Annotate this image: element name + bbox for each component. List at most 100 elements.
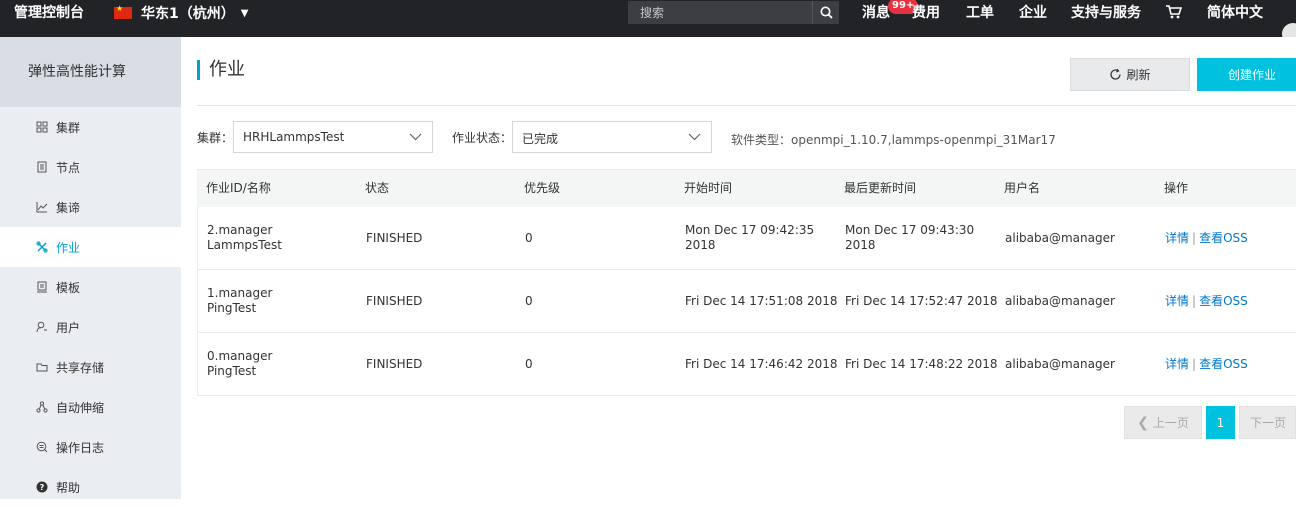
main-content: 作业 刷新 创建作业 集群： HRHLammpsTest 作业状态： 已完成 软… [181,37,1296,499]
header-start-time: 开始时间 [684,181,733,195]
job-id-cell: 2.manager LammpsTest [207,223,282,253]
folder-icon [36,361,48,373]
tools-icon [36,241,48,253]
search-icon [820,6,833,19]
region-label: 华东1（杭州） [141,6,235,22]
jobs-table: 作业ID/名称 状态 优先级 开始时间 最后更新时间 用户名 操作 2.mana… [197,169,1296,396]
nav-tickets[interactable]: 工单 [966,0,994,26]
header-status: 状态 [365,181,390,195]
job-priority: 0 [525,357,533,371]
language-selector[interactable]: 简体中文 [1207,0,1263,26]
view-oss-link[interactable]: 查看OSS [1199,231,1248,245]
sidebar-item-jobs[interactable]: 作业 [0,227,181,267]
status-select[interactable]: 已完成 [512,121,712,153]
console-home-link[interactable]: 管理控制台 [14,0,84,26]
job-status: FINISHED [366,231,423,245]
header-username: 用户名 [1004,181,1041,195]
sidebar-item-clusters[interactable]: 集群 [0,107,181,147]
page-title: 作业 [197,60,245,80]
cluster-select-value: HRHLammpsTest [243,130,345,144]
header-actions: 操作 [1164,181,1189,195]
svg-text:?: ? [40,483,45,492]
job-actions: 详情 | 查看OSS [1165,231,1248,246]
sidebar-item-help[interactable]: ? 帮助 [0,467,181,507]
region-selector[interactable]: 华东1（杭州） ▼ [114,0,248,26]
job-updated-time: Mon Dec 17 09:43:30 2018 [845,223,974,253]
chart-icon [36,201,48,213]
sidebar-item-autoscale[interactable]: 自动伸缩 [0,387,181,427]
sidebar-item-templates[interactable]: 模板 [0,267,181,307]
create-job-button[interactable]: 创建作业 [1197,58,1296,91]
refresh-icon [1110,68,1122,80]
nav-support[interactable]: 支持与服务 [1071,0,1141,26]
sidebar-item-label: 作业 [56,240,81,255]
job-priority: 0 [525,231,533,245]
job-updated-time: Fri Dec 14 17:48:22 2018 [845,357,998,371]
action-separator: | [1192,231,1197,245]
view-oss-link[interactable]: 查看OSS [1199,357,1248,371]
sidebar-item-storage[interactable]: 共享存储 [0,347,181,387]
start-time-line: Mon Dec 17 09:42:35 [685,223,815,237]
job-id: 0.manager [207,349,273,363]
log-icon [36,441,48,453]
cart-icon[interactable] [1166,5,1182,19]
job-start-time: Fri Dec 14 17:46:42 2018 [685,357,838,371]
start-time-line: 2018 [685,238,716,252]
chevron-down-icon [688,133,701,141]
sidebar: 弹性高性能计算 集群 节点 集谛 作业 模板 用户 共享存储 自动伸缩 操作日志… [0,37,181,499]
sidebar-item-users[interactable]: 用户 [0,307,181,347]
sidebar-item-monitor[interactable]: 集谛 [0,187,181,227]
details-link[interactable]: 详情 [1165,357,1189,371]
sidebar-item-label: 节点 [56,160,81,175]
chevron-down-icon [409,133,422,141]
search-input[interactable] [628,1,812,24]
job-actions: 详情 | 查看OSS [1165,357,1248,372]
details-link[interactable]: 详情 [1165,294,1189,308]
prev-page-button[interactable]: ❮ 上一页 [1124,406,1202,439]
refresh-button[interactable]: 刷新 [1070,58,1190,91]
job-id: 1.manager [207,286,273,300]
top-bar: 管理控制台 华东1（杭州） ▼ 消息 99+ 费用 工单 企业 支持与服务 简体… [0,0,1296,45]
job-priority: 0 [525,294,533,308]
next-page-label: 下一页 [1250,416,1287,430]
job-start-time: Mon Dec 17 09:42:35 2018 [685,223,814,253]
sidebar-item-logs[interactable]: 操作日志 [0,427,181,467]
table-header: 作业ID/名称 状态 优先级 开始时间 最后更新时间 用户名 操作 [197,169,1296,207]
divider [197,105,1296,106]
header-priority: 优先级 [524,181,561,195]
job-user: alibaba@manager [1005,231,1115,245]
sidebar-item-nodes[interactable]: 节点 [0,147,181,187]
job-id: 2.manager [207,223,273,237]
scale-icon [36,401,48,413]
job-name: LammpsTest [207,238,282,252]
sidebar-item-label: 帮助 [56,480,81,495]
sidebar-item-label: 用户 [56,320,81,335]
view-oss-link[interactable]: 查看OSS [1199,294,1248,308]
next-page-button[interactable]: 下一页 [1239,406,1296,439]
nav-billing[interactable]: 费用 [912,0,940,26]
details-link[interactable]: 详情 [1165,231,1189,245]
job-updated-time: Fri Dec 14 17:52:47 2018 [845,294,998,308]
sidebar-item-label: 集群 [56,120,81,135]
sidebar-item-label: 共享存储 [56,360,105,375]
search-button[interactable] [812,1,839,24]
updated-time-line: Mon Dec 17 09:43:30 [845,223,975,237]
sidebar-title: 弹性高性能计算 [0,37,181,107]
table-row: 2.manager LammpsTest FINISHED 0 Mon Dec … [197,207,1296,270]
status-filter-label: 作业状态： [452,131,513,145]
sidebar-item-label: 自动伸缩 [56,400,105,415]
job-name: PingTest [207,364,257,378]
caret-down-icon: ▼ [240,7,249,19]
china-flag-icon [114,4,132,19]
cluster-select[interactable]: HRHLammpsTest [233,121,433,153]
prev-page-label: 上一页 [1152,416,1189,430]
messages-link[interactable]: 消息 [862,0,890,26]
chevron-left-icon: ❮ [1137,414,1149,431]
nav-enterprise[interactable]: 企业 [1019,0,1047,26]
page-1-button[interactable]: 1 [1206,406,1235,439]
table-row: 0.manager PingTest FINISHED 0 Fri Dec 14… [197,333,1296,396]
job-user: alibaba@manager [1005,357,1115,371]
header-updated-time: 最后更新时间 [844,181,917,195]
help-icon: ? [36,481,48,493]
sidebar-item-label: 模板 [56,280,81,295]
